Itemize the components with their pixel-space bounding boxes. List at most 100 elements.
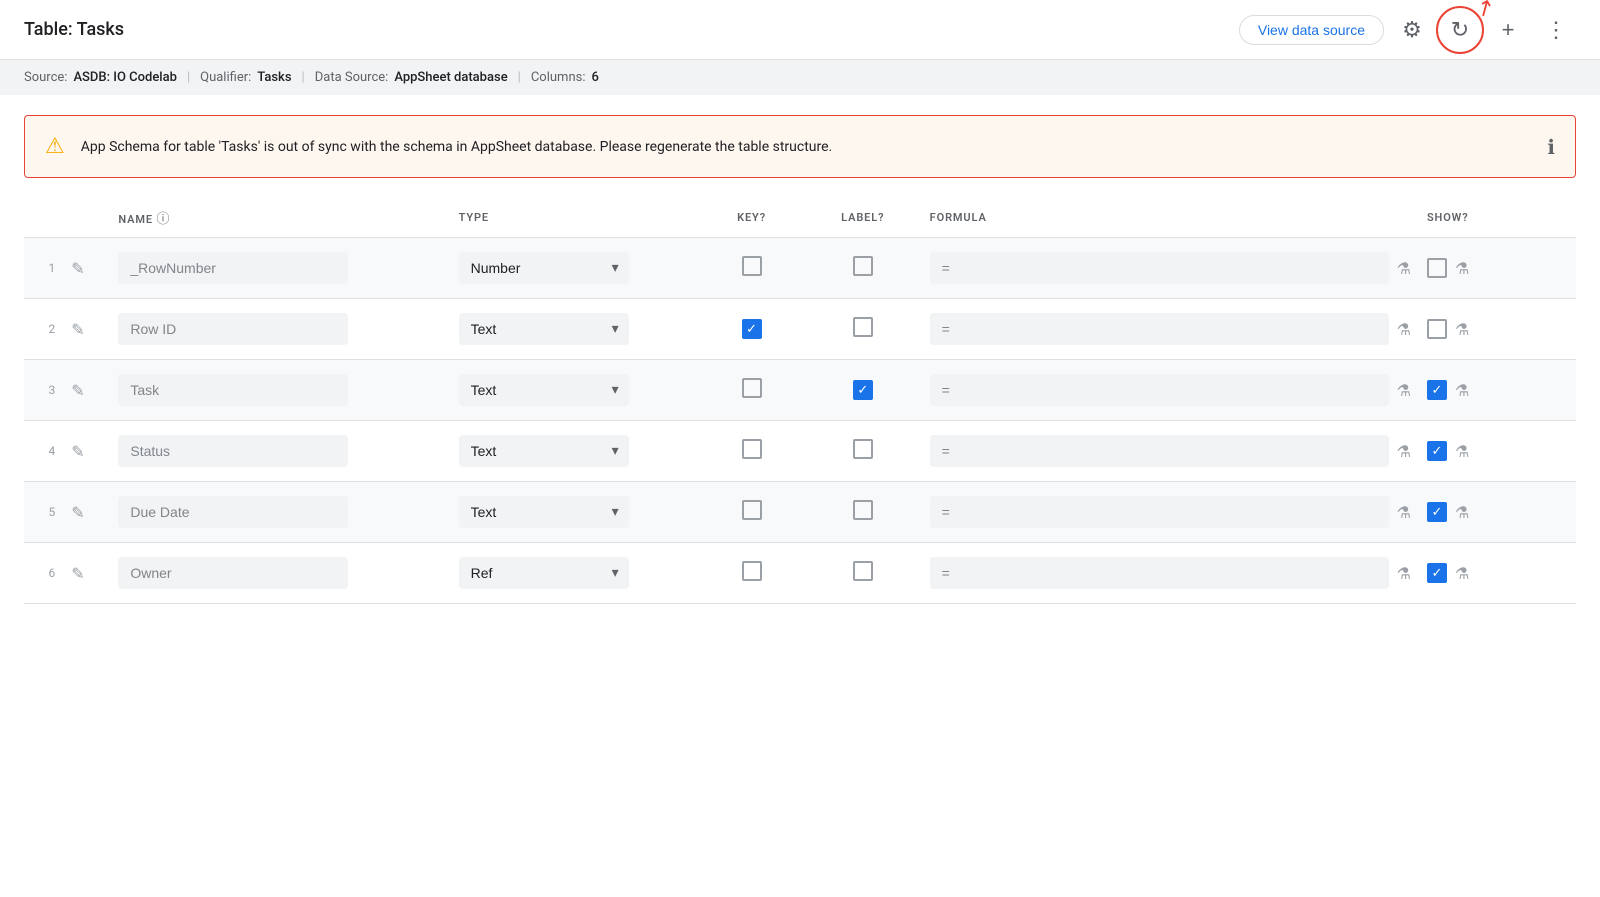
formula-input-3[interactable] <box>930 374 1389 406</box>
label-checkbox-3[interactable]: ✓ <box>804 360 922 421</box>
label-checkbox-6[interactable] <box>804 543 922 604</box>
add-icon: + <box>1502 17 1515 43</box>
type-select-3[interactable]: Text <box>459 374 629 406</box>
show-checkbox-2[interactable] <box>1427 319 1447 339</box>
formula-input-4[interactable] <box>930 435 1389 467</box>
formula-input-2[interactable] <box>930 313 1389 345</box>
show-flask-icon-6[interactable]: ⚗ <box>1455 564 1469 583</box>
view-data-source-button[interactable]: View data source <box>1239 15 1384 45</box>
data-source-value: AppSheet database <box>394 70 507 85</box>
show-checkbox-5[interactable]: ✓ <box>1427 502 1447 522</box>
show-flask-icon-3[interactable]: ⚗ <box>1455 381 1469 400</box>
col-header-rownum <box>24 198 63 238</box>
formula-flask-icon-6[interactable]: ⚗ <box>1397 564 1411 583</box>
field-name-input-1[interactable] <box>118 252 348 284</box>
edit-icon-2[interactable]: ✎ <box>63 299 110 360</box>
formula-flask-icon-4[interactable]: ⚗ <box>1397 442 1411 461</box>
info-icon[interactable]: ℹ <box>1547 135 1555 159</box>
show-cell-1: ⚗ <box>1419 238 1576 299</box>
refresh-button-wrapper: ↻ ↗ <box>1440 10 1480 50</box>
col-header-type: TYPE <box>451 198 700 238</box>
show-flask-icon-4[interactable]: ⚗ <box>1455 442 1469 461</box>
formula-cell-6: ⚗ <box>922 543 1419 604</box>
key-checkbox-4[interactable] <box>699 421 804 482</box>
field-name-input-4[interactable] <box>118 435 348 467</box>
refresh-button[interactable]: ↻ <box>1440 10 1480 50</box>
key-checkbox-3[interactable] <box>699 360 804 421</box>
row-num-5: 5 <box>24 482 63 543</box>
key-checkbox-1[interactable] <box>699 238 804 299</box>
col-header-key: KEY? <box>699 198 804 238</box>
warning-text: App Schema for table 'Tasks' is out of s… <box>81 139 1532 155</box>
show-checkbox-6[interactable]: ✓ <box>1427 563 1447 583</box>
show-cell-3: ✓⚗ <box>1419 360 1576 421</box>
field-type-3: Text <box>451 360 700 421</box>
type-select-4[interactable]: Text <box>459 435 629 467</box>
show-flask-icon-1[interactable]: ⚗ <box>1455 259 1469 278</box>
field-name-input-3[interactable] <box>118 374 348 406</box>
label-checkbox-1[interactable] <box>804 238 922 299</box>
show-flask-icon-2[interactable]: ⚗ <box>1455 320 1469 339</box>
table-row: 1✎ Number ⚗ ⚗ <box>24 238 1576 299</box>
source-label: Source: <box>24 70 67 85</box>
col-header-label: LABEL? <box>804 198 922 238</box>
field-name-input-2[interactable] <box>118 313 348 345</box>
formula-cell-2: ⚗ <box>922 299 1419 360</box>
edit-icon-4[interactable]: ✎ <box>63 421 110 482</box>
warning-icon: ⚠ <box>45 134 65 159</box>
field-name-2 <box>110 299 450 360</box>
edit-icon-5[interactable]: ✎ <box>63 482 110 543</box>
edit-icon-6[interactable]: ✎ <box>63 543 110 604</box>
type-select-5[interactable]: Text <box>459 496 629 528</box>
field-name-1 <box>110 238 450 299</box>
field-name-input-5[interactable] <box>118 496 348 528</box>
type-select-6[interactable]: Ref <box>459 557 629 589</box>
row-num-2: 2 <box>24 299 63 360</box>
settings-icon: ⚙ <box>1402 17 1422 43</box>
formula-input-6[interactable] <box>930 557 1389 589</box>
qualifier-label: Qualifier: <box>200 70 251 85</box>
col-header-edit <box>63 198 110 238</box>
edit-icon-1[interactable]: ✎ <box>63 238 110 299</box>
field-name-5 <box>110 482 450 543</box>
col-header-name: NAME ⓘ <box>110 198 450 238</box>
add-button[interactable]: + <box>1488 10 1528 50</box>
field-type-5: Text <box>451 482 700 543</box>
header-actions: View data source ⚙ ↻ ↗ + ⋮ <box>1239 10 1576 50</box>
key-checkbox-6[interactable] <box>699 543 804 604</box>
formula-flask-icon-5[interactable]: ⚗ <box>1397 503 1411 522</box>
row-num-1: 1 <box>24 238 63 299</box>
show-cell-6: ✓⚗ <box>1419 543 1576 604</box>
show-cell-5: ✓⚗ <box>1419 482 1576 543</box>
more-button[interactable]: ⋮ <box>1536 10 1576 50</box>
columns-table: NAME ⓘ TYPE KEY? LABEL? FORMULA SHOW? 1✎… <box>0 198 1600 604</box>
label-checkbox-5[interactable] <box>804 482 922 543</box>
formula-flask-icon-1[interactable]: ⚗ <box>1397 259 1411 278</box>
field-type-6: Ref <box>451 543 700 604</box>
field-name-4 <box>110 421 450 482</box>
field-type-4: Text <box>451 421 700 482</box>
field-name-3 <box>110 360 450 421</box>
show-checkbox-1[interactable] <box>1427 258 1447 278</box>
row-num-4: 4 <box>24 421 63 482</box>
col-header-formula: FORMULA <box>922 198 1419 238</box>
formula-flask-icon-2[interactable]: ⚗ <box>1397 320 1411 339</box>
source-value: ASDB: IO Codelab <box>73 70 177 85</box>
type-select-2[interactable]: Text <box>459 313 629 345</box>
show-flask-icon-5[interactable]: ⚗ <box>1455 503 1469 522</box>
columns-value: 6 <box>591 70 598 85</box>
edit-icon-3[interactable]: ✎ <box>63 360 110 421</box>
key-checkbox-2[interactable]: ✓ <box>699 299 804 360</box>
show-checkbox-3[interactable]: ✓ <box>1427 380 1447 400</box>
key-checkbox-5[interactable] <box>699 482 804 543</box>
label-checkbox-2[interactable] <box>804 299 922 360</box>
show-checkbox-4[interactable]: ✓ <box>1427 441 1447 461</box>
type-select-1[interactable]: Number <box>459 252 629 284</box>
row-num-6: 6 <box>24 543 63 604</box>
field-name-input-6[interactable] <box>118 557 348 589</box>
formula-input-1[interactable] <box>930 252 1389 284</box>
formula-input-5[interactable] <box>930 496 1389 528</box>
formula-flask-icon-3[interactable]: ⚗ <box>1397 381 1411 400</box>
label-checkbox-4[interactable] <box>804 421 922 482</box>
settings-button[interactable]: ⚙ <box>1392 10 1432 50</box>
